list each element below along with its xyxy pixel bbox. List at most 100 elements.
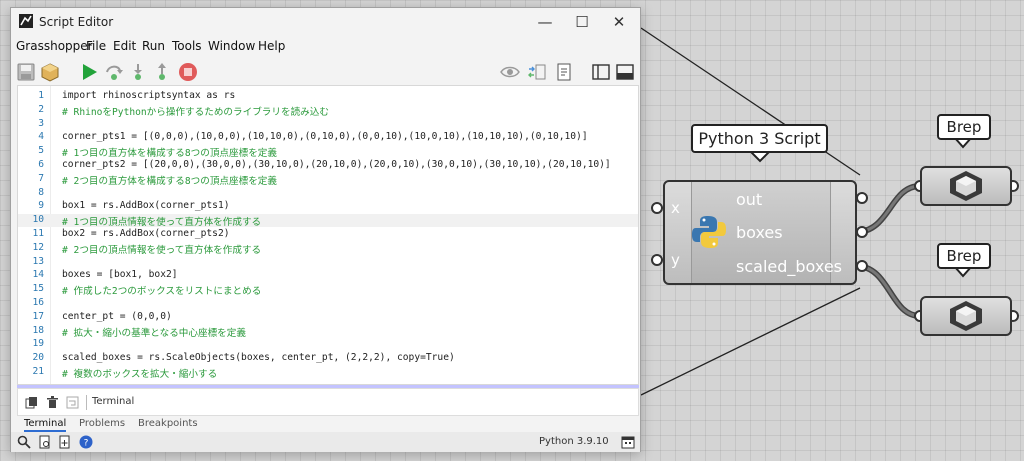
compare-icon[interactable] [527, 62, 547, 82]
menu-window[interactable]: Window [208, 39, 255, 53]
window-title: Script Editor [39, 15, 114, 29]
code-comment: # 1つ目の頂点情報を使って直方体を作成する [62, 217, 262, 229]
code-comment: # 拡大・縮小の基準となる中心座標を定義 [62, 327, 246, 339]
panel-bottom-icon[interactable] [615, 62, 635, 82]
code-line[interactable]: 10 # 1つ目の頂点情報を使って直方体を作成する [18, 214, 638, 229]
code-text: boxes = [box1, box2] [62, 269, 178, 281]
run-icon[interactable] [79, 62, 99, 82]
code-line[interactable]: 9 box1 = rs.AddBox(corner_pts1) [18, 200, 638, 213]
code-comment: # 複数のボックスを拡大・縮小する [62, 369, 218, 380]
line-number: 8 [38, 186, 44, 198]
input-y-label: y [671, 251, 680, 269]
title-bar[interactable]: Script Editor — ☐ ✕ [11, 8, 640, 36]
menu-help[interactable]: Help [258, 39, 285, 53]
line-number: 20 [32, 352, 44, 364]
step-into-icon[interactable] [128, 62, 148, 82]
script-editor-window: Script Editor — ☐ ✕ Grasshopper File Edi… [10, 7, 641, 452]
preview-icon[interactable] [500, 62, 520, 82]
grasshopper-app-icon [19, 14, 33, 28]
code-line[interactable]: 17 center_pt = (0,0,0) [18, 311, 638, 324]
stop-icon[interactable] [178, 62, 198, 82]
code-line[interactable]: 16 [18, 297, 638, 310]
calendar-icon[interactable] [621, 435, 635, 449]
line-number: 6 [38, 159, 44, 170]
code-line[interactable]: 13 [18, 256, 638, 269]
brep-label-2: Brep [937, 243, 991, 269]
code-line[interactable]: 8 [18, 187, 638, 200]
code-line[interactable]: 1 import rhinoscriptsyntax as rs [18, 90, 638, 103]
line-number: 4 [38, 131, 44, 143]
save-icon[interactable] [16, 62, 36, 82]
code-line[interactable]: 19 [18, 338, 638, 351]
tab-problems[interactable]: Problems [79, 418, 125, 429]
code-line[interactable]: 18 # 拡大・縮小の基準となる中心座標を定義 [18, 325, 638, 339]
code-line[interactable]: 12 # 2つ目の頂点情報を使って直方体を作成する [18, 241, 638, 256]
toolbar [11, 57, 640, 87]
code-line[interactable]: 3 [18, 118, 638, 131]
search-icon[interactable] [17, 435, 31, 449]
code-line[interactable]: 21 # 複数のボックスを拡大・縮小する [18, 366, 638, 380]
component-name-bubble: Python 3 Script [691, 124, 828, 153]
code-line[interactable]: 15 # 作成した2つのボックスをリストにまとめる [18, 283, 638, 298]
code-line[interactable]: 4 corner_pts1 = [(0,0,0),(10,0,0),(10,10,… [18, 131, 638, 144]
code-line[interactable]: 7 # 2つ目の直方体を構成する8つの頂点座標を定義 [18, 172, 638, 187]
code-line[interactable]: 6 corner_pts2 = [(20,0,0),(30,0,0),(30,10… [18, 159, 638, 172]
code-comment: # 2つ目の頂点情報を使って直方体を作成する [62, 244, 262, 256]
menu-grasshopper[interactable]: Grasshopper [16, 39, 93, 53]
code-line[interactable]: 2 # RhinoをPythonから操作するためのライブラリを読み込む [18, 103, 638, 118]
wrap-text-icon[interactable] [66, 396, 79, 409]
step-over-icon[interactable] [104, 62, 124, 82]
line-number: 14 [32, 269, 44, 281]
terminal-toolbar: Terminal [17, 388, 639, 416]
line-number: 5 [38, 145, 44, 157]
document-search-icon[interactable] [38, 435, 52, 449]
trash-icon[interactable] [46, 396, 59, 409]
terminal-separator [86, 395, 87, 410]
tab-breakpoints[interactable]: Breakpoints [138, 418, 198, 429]
line-number: 12 [32, 241, 44, 253]
code-line[interactable]: 14 boxes = [box1, box2] [18, 269, 638, 282]
line-number: 7 [38, 172, 44, 184]
line-number: 3 [38, 117, 44, 129]
menu-file[interactable]: File [86, 39, 106, 53]
menu-tools[interactable]: Tools [172, 39, 202, 53]
minimize-button[interactable]: — [535, 12, 555, 32]
close-button[interactable]: ✕ [609, 12, 629, 32]
brep-label-1: Brep [937, 114, 991, 140]
maximize-button[interactable]: ☐ [572, 12, 592, 32]
code-text: center_pt = (0,0,0) [62, 310, 172, 322]
package-icon[interactable] [40, 62, 60, 82]
terminal-label: Terminal [92, 396, 135, 407]
tab-terminal[interactable]: Terminal [24, 418, 67, 432]
code-editor[interactable]: 1 import rhinoscriptsyntax as rs 2 # Rhinoを… [17, 85, 639, 385]
menu-edit[interactable]: Edit [113, 39, 136, 53]
code-comment: # 1つ目の直方体を構成する8つの頂点座標を定義 [62, 148, 277, 160]
document-add-icon[interactable] [58, 435, 72, 449]
line-number: 2 [38, 103, 44, 115]
line-number: 17 [32, 310, 44, 322]
brep-component-1[interactable] [920, 166, 1012, 206]
code-text: corner_pts1 = [(0,0,0),(10,0,0),(10,10,0… [62, 131, 588, 143]
output-out-label: out [736, 190, 763, 209]
panel-left-icon[interactable] [591, 62, 611, 82]
python-logo-icon [692, 216, 726, 248]
code-comment: # 作成した2つのボックスをリストにまとめる [62, 286, 262, 298]
code-text: corner_pts2 = [(20,0,0),(30,0,0),(30,10,… [62, 159, 611, 170]
code-text: box1 = rs.AddBox(corner_pts1) [62, 200, 230, 212]
status-bar: ? Python 3.9.10 [11, 432, 640, 452]
notes-icon[interactable] [554, 62, 574, 82]
code-line[interactable]: 5 # 1つ目の直方体を構成する8つの頂点座標を定義 [18, 145, 638, 160]
brep-component-2[interactable] [920, 296, 1012, 336]
code-comment: # RhinoをPythonから操作するためのライブラリを読み込む [62, 106, 329, 118]
line-number: 11 [32, 228, 44, 239]
input-x-label: x [671, 199, 680, 217]
line-number: 16 [32, 297, 44, 308]
code-line[interactable]: 11 box2 = rs.AddBox(corner_pts2) [18, 228, 638, 241]
copy-icon[interactable] [25, 396, 38, 409]
help-icon[interactable]: ? [79, 435, 93, 449]
menu-run[interactable]: Run [142, 39, 165, 53]
brep-hex-icon [950, 171, 982, 201]
step-out-icon[interactable] [152, 62, 172, 82]
line-number: 10 [32, 214, 44, 226]
code-line[interactable]: 20 scaled_boxes = rs.ScaleObjects(boxes, … [18, 352, 638, 365]
